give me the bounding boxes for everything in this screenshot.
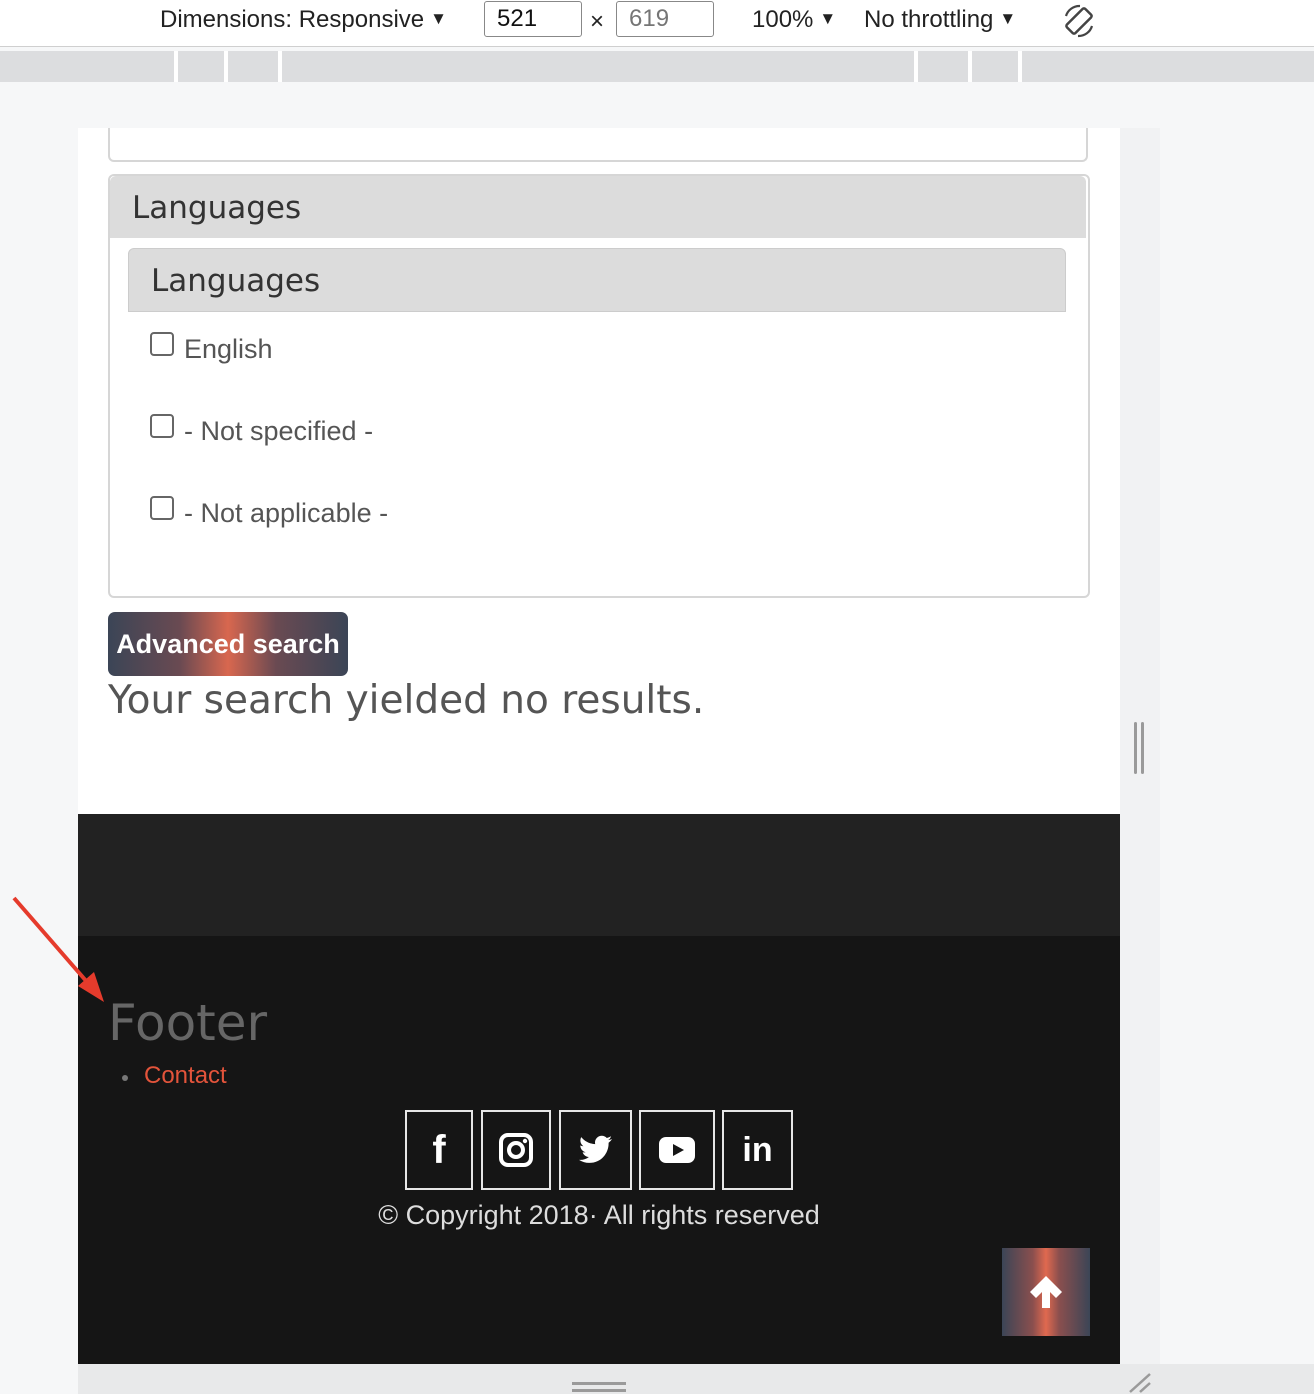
resize-handle-right[interactable] bbox=[1134, 722, 1146, 774]
dimensions-label: Dimensions: Responsive bbox=[160, 6, 425, 33]
inner-legend-text: Languages bbox=[151, 263, 321, 299]
dimensions-dropdown[interactable]: Dimensions: Responsive ▼ bbox=[160, 6, 447, 34]
viewport-bottom-gutter bbox=[78, 1364, 1314, 1394]
times-sign: × bbox=[590, 8, 605, 35]
zoom-label: 100% bbox=[752, 6, 814, 33]
linkedin-icon: in bbox=[742, 1130, 773, 1169]
corner-resize-icon[interactable] bbox=[1126, 1372, 1152, 1394]
previous-fieldset bbox=[108, 128, 1088, 162]
youtube-link[interactable] bbox=[639, 1110, 715, 1190]
instagram-icon bbox=[499, 1133, 533, 1167]
contact-link[interactable]: Contact bbox=[144, 1062, 227, 1089]
media-query-ruler bbox=[0, 51, 1314, 82]
footer: Footer Contact f in © Copyright 2018· Al… bbox=[78, 936, 1120, 1364]
arrow-up-icon bbox=[1030, 1276, 1062, 1308]
twitter-link[interactable] bbox=[559, 1110, 632, 1190]
footer-top-band bbox=[78, 814, 1120, 936]
list-item: Contact bbox=[122, 1062, 227, 1090]
footer-links: Contact bbox=[122, 1062, 227, 1090]
not-specified-checkbox[interactable] bbox=[150, 414, 174, 438]
inner-legend: Languages bbox=[128, 248, 1066, 312]
throttling-label: No throttling bbox=[864, 6, 994, 33]
caret-down-icon: ▼ bbox=[819, 9, 837, 28]
youtube-icon bbox=[659, 1137, 695, 1163]
height-input[interactable] bbox=[616, 1, 714, 37]
footer-title: Footer bbox=[108, 994, 268, 1052]
option-label[interactable]: - Not applicable - bbox=[184, 498, 388, 529]
facebook-icon: f bbox=[432, 1127, 446, 1172]
throttling-dropdown[interactable]: No throttling ▼ bbox=[864, 6, 1016, 34]
facebook-link[interactable]: f bbox=[405, 1110, 473, 1190]
twitter-icon bbox=[578, 1135, 612, 1163]
devtools-toolbar: Dimensions: Responsive ▼ × 100% ▼ No throt… bbox=[0, 0, 1314, 47]
english-checkbox[interactable] bbox=[150, 332, 174, 356]
page-viewport: Languages Languages English - Not specif… bbox=[78, 128, 1120, 1364]
option-label[interactable]: English bbox=[184, 334, 273, 365]
resize-handle-bottom[interactable] bbox=[572, 1380, 626, 1394]
zoom-dropdown[interactable]: 100% ▼ bbox=[752, 6, 836, 34]
width-input[interactable] bbox=[484, 1, 582, 37]
caret-down-icon: ▼ bbox=[430, 9, 447, 28]
advanced-search-button[interactable]: Advanced search bbox=[108, 612, 348, 676]
instagram-link[interactable] bbox=[481, 1110, 551, 1190]
option-label[interactable]: - Not specified - bbox=[184, 416, 373, 447]
fieldset-legend[interactable]: Languages bbox=[110, 176, 1086, 238]
copyright-text: © Copyright 2018· All rights reserved bbox=[378, 1200, 820, 1230]
fieldset-legend-text: Languages bbox=[132, 190, 302, 226]
back-to-top-button[interactable] bbox=[1002, 1248, 1090, 1336]
linkedin-link[interactable]: in bbox=[722, 1110, 793, 1190]
rotate-icon[interactable] bbox=[1060, 2, 1098, 40]
caret-down-icon: ▼ bbox=[999, 9, 1017, 28]
no-results-message: Your search yielded no results. bbox=[108, 678, 705, 723]
not-applicable-checkbox[interactable] bbox=[150, 496, 174, 520]
languages-fieldset: Languages Languages English - Not specif… bbox=[108, 174, 1090, 598]
